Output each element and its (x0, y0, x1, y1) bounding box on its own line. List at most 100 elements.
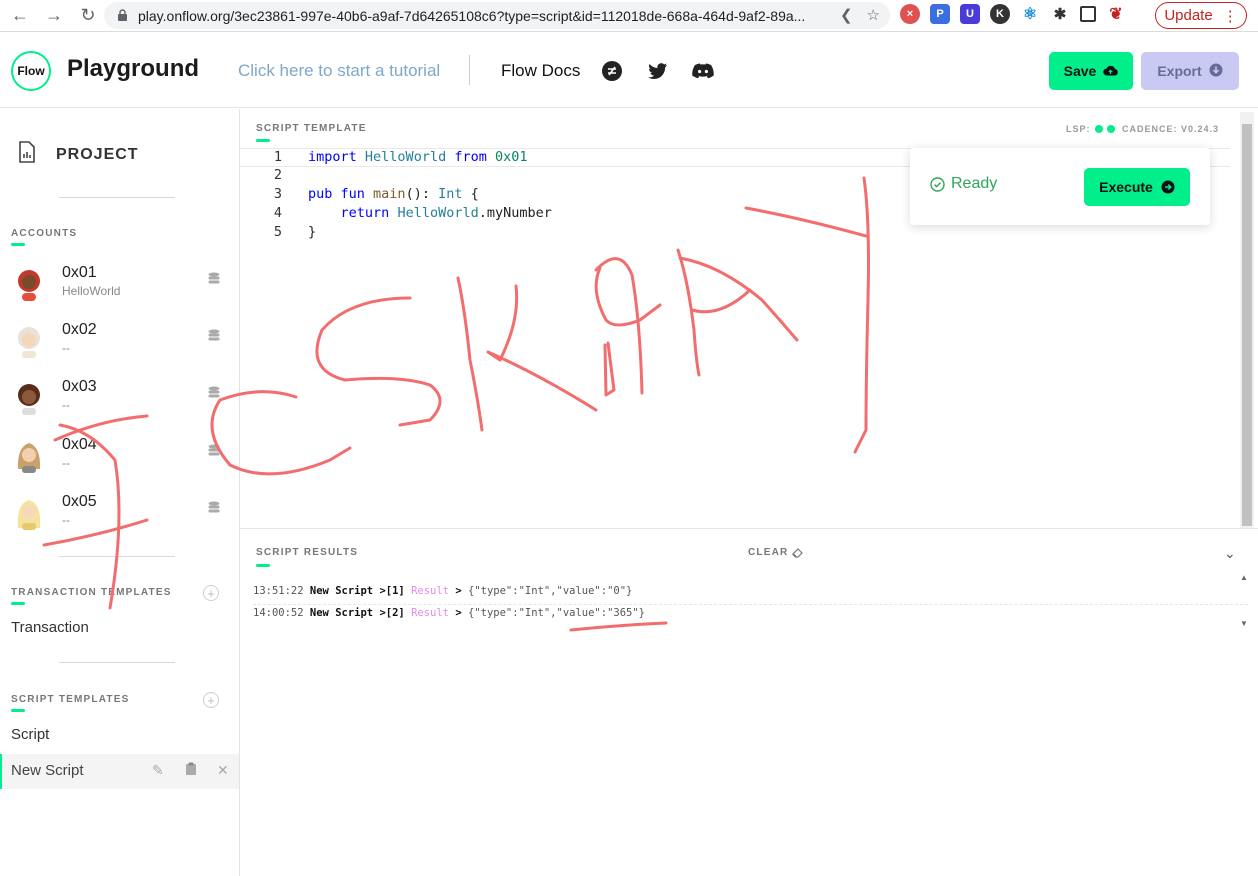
execute-button[interactable]: Execute (1084, 168, 1190, 206)
sidepanel-icon[interactable] (1080, 6, 1096, 22)
edit-pencil-icon[interactable]: ✎ (152, 762, 164, 779)
lsp-dot-icon (1094, 125, 1103, 133)
document-chart-icon (18, 141, 36, 168)
delete-close-icon[interactable]: ✕ (217, 762, 229, 779)
extension-react-icon[interactable]: ⚛ (1020, 4, 1040, 24)
account-item-0x04[interactable]: 0x04 -- (15, 436, 230, 484)
flow-social-icon[interactable] (600, 59, 624, 83)
lsp-status: LSP: (1066, 124, 1115, 134)
script-template-heading: SCRIPT TEMPLATE (256, 123, 367, 134)
active-script-label: New Script (11, 762, 84, 779)
clipboard-icon[interactable] (185, 762, 197, 779)
execute-label: Execute (1099, 179, 1153, 195)
results-scroll-up-icon[interactable]: ▲ (1240, 573, 1248, 582)
export-label: Export (1157, 63, 1202, 79)
account-item-0x01[interactable]: 0x01 HelloWorld (15, 264, 230, 312)
code-text: } (308, 224, 317, 240)
url-actions: ❮ ☆ (840, 6, 880, 24)
line-number: 3 (273, 186, 282, 202)
script-results-underline (256, 564, 270, 567)
sidebar-divider (59, 197, 175, 198)
cloud-upload-icon (1103, 63, 1119, 79)
script-template-item[interactable]: Script (11, 726, 49, 743)
avatar-icon (18, 384, 40, 415)
line-number: 5 (273, 224, 282, 240)
account-contract: -- (62, 398, 70, 412)
star-icon[interactable]: ☆ (867, 6, 880, 24)
line-number: 4 (273, 205, 282, 221)
editor-scrollbar-thumb[interactable] (1242, 124, 1252, 526)
arrow-right-circle-icon (1161, 180, 1175, 194)
app-title: Playground (67, 55, 200, 82)
app-header: Flow Playground Click here to start a tu… (0, 33, 1258, 108)
code-text: return HelloWorld.myNumber (340, 205, 552, 221)
lsp-dot-icon (1106, 125, 1115, 133)
export-button[interactable]: Export (1141, 52, 1239, 90)
account-address: 0x05 (62, 493, 97, 510)
project-label: PROJECT (56, 145, 139, 163)
cadence-version: CADENCE: V0.24.3 (1122, 124, 1220, 134)
project-sidebar: PROJECT ACCOUNTS 0x01 HelloWorld 0x02 --… (0, 109, 240, 876)
account-address: 0x03 (62, 378, 97, 395)
line-number: 2 (273, 167, 282, 183)
ready-label: Ready (951, 175, 998, 192)
account-address: 0x04 (62, 436, 97, 453)
extension-u-icon[interactable]: U (960, 4, 980, 24)
line-number: 1 (273, 149, 282, 165)
account-contract: -- (62, 513, 70, 527)
database-icon[interactable] (208, 444, 220, 458)
back-icon[interactable]: ← (6, 2, 34, 30)
script-results-heading: SCRIPT RESULTS (256, 547, 359, 558)
update-label: Update (1164, 7, 1213, 24)
reload-icon[interactable]: ↻ (74, 2, 102, 30)
flow-logo[interactable]: Flow (11, 51, 51, 91)
kebab-menu-icon: ⋮ (1222, 7, 1238, 25)
address-bar[interactable]: play.onflow.org/3ec23861-997e-40b6-a9af-… (104, 2, 890, 29)
account-item-0x03[interactable]: 0x03 -- (15, 378, 230, 426)
script-template-item-active[interactable]: New Script ✎ ✕ (0, 754, 239, 789)
account-contract: -- (62, 456, 70, 470)
collapse-chevron-down-icon[interactable]: ⌄ (1224, 545, 1236, 562)
discord-icon[interactable] (691, 59, 715, 83)
save-button[interactable]: Save (1049, 52, 1133, 90)
results-scroll-down-icon[interactable]: ▼ (1240, 619, 1248, 628)
extension-p-icon[interactable]: P (930, 4, 950, 24)
header-divider (469, 55, 470, 85)
code-line: 5 } (240, 224, 1230, 243)
extension-adblock-icon[interactable]: × (900, 4, 920, 24)
account-item-0x05[interactable]: 0x05 -- (15, 493, 230, 541)
database-icon[interactable] (208, 386, 220, 400)
extensions-row: × P U K ⚛ ✱ ❦ (900, 4, 1126, 24)
database-icon[interactable] (208, 329, 220, 343)
result-log-line: 13:51:22 New Script >[1] Result > {"type… (253, 585, 1248, 605)
eraser-icon (792, 547, 804, 558)
forward-icon[interactable]: → (40, 2, 68, 30)
tutorial-link[interactable]: Click here to start a tutorial (238, 61, 440, 81)
clear-label: CLEAR (748, 547, 789, 558)
script-templates-heading: SCRIPT TEMPLATES (11, 694, 130, 705)
profile-avatar-icon[interactable]: ❦ (1106, 4, 1126, 24)
account-item-0x02[interactable]: 0x02 -- (15, 321, 230, 369)
flow-docs-link[interactable]: Flow Docs (501, 61, 580, 81)
result-log-line: 14:00:52 New Script >[2] Result > {"type… (253, 607, 646, 619)
code-text: pub fun main(): Int { (308, 186, 479, 202)
extension-k-icon[interactable]: K (990, 4, 1010, 24)
transaction-template-item[interactable]: Transaction (11, 619, 89, 636)
database-icon[interactable] (208, 272, 220, 286)
sidebar-divider (59, 556, 175, 557)
browser-update-button[interactable]: Update ⋮ (1155, 2, 1247, 29)
add-script-template-icon[interactable]: + (203, 692, 219, 708)
check-circle-icon (930, 176, 945, 192)
clear-results-button[interactable]: CLEAR (748, 547, 804, 558)
add-transaction-template-icon[interactable]: + (203, 585, 219, 601)
sidebar-divider (59, 662, 175, 663)
avatar-icon (17, 443, 41, 473)
script-template-underline (256, 139, 270, 142)
share-icon[interactable]: ❮ (840, 6, 853, 24)
database-icon[interactable] (208, 501, 220, 515)
download-circle-icon (1209, 63, 1223, 80)
twitter-icon[interactable] (646, 59, 670, 83)
accounts-heading-underline (11, 243, 25, 246)
project-header[interactable]: PROJECT (18, 141, 139, 168)
extensions-puzzle-icon[interactable]: ✱ (1050, 4, 1070, 24)
